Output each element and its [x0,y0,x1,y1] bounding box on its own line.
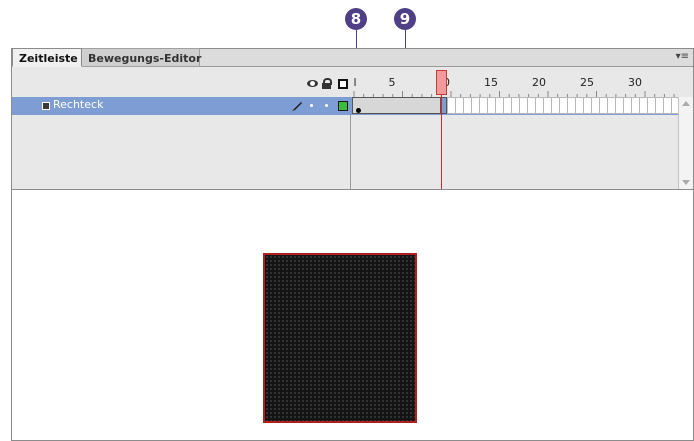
tween-span[interactable] [352,97,441,114]
eye-toggle-dot[interactable] [310,104,313,107]
ruler-label-30: 30 [628,76,642,89]
scroll-up-icon[interactable] [682,101,690,106]
eye-icon[interactable] [307,80,318,87]
vertical-scrollbar[interactable] [678,97,693,189]
layer-frame-divider[interactable] [350,115,351,190]
timeline: l 5 10 15 20 25 30 Rechteck [12,67,693,190]
lock-icon[interactable] [322,78,332,89]
frame-row[interactable] [352,97,682,115]
tab-zeitleiste[interactable]: Zeitleiste [12,48,82,67]
ruler-label-15: 15 [484,76,498,89]
panel-tab-bar: Zeitleiste Bewegungs-Editor ▾≡ [12,48,693,67]
layer-name: Rechteck [53,98,104,111]
ruler-label-5: 5 [388,76,396,89]
ruler-label-25: 25 [580,76,594,89]
panel-menu-icon[interactable]: ▾≡ [676,51,689,62]
callout-9: 9 [394,8,416,30]
rectangle-shape[interactable] [263,253,417,423]
pencil-icon [292,102,302,111]
ruler-label-20: 20 [532,76,546,89]
outline-icon[interactable] [338,79,348,89]
ruler-label-1: l [353,76,357,89]
timeline-panel: Zeitleiste Bewegungs-Editor ▾≡ l 5 10 15… [11,48,694,441]
callout-8: 8 [345,8,367,30]
playhead[interactable] [436,70,447,95]
stage[interactable] [12,190,693,440]
outline-color-icon[interactable] [338,101,348,111]
lock-toggle-dot[interactable] [325,104,328,107]
playhead-line [441,95,442,189]
empty-frames[interactable] [447,97,682,114]
keyframe-dot[interactable] [356,108,361,113]
scroll-down-icon[interactable] [682,180,690,185]
tab-bewegungs-editor[interactable]: Bewegungs-Editor [82,48,201,67]
timeline-header: l 5 10 15 20 25 30 [12,67,693,97]
layer-icon [42,102,50,110]
